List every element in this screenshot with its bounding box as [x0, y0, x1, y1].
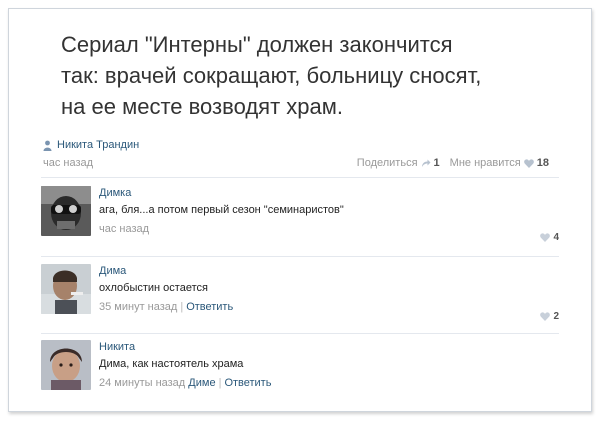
post-time[interactable]: час назад — [43, 157, 93, 169]
like-count: 18 — [536, 157, 549, 169]
comment-time[interactable]: 35 минут назад — [99, 301, 177, 313]
comment: Димка ага, бля...а потом первый сезон "с… — [41, 186, 559, 258]
reply-to-link[interactable]: Диме — [188, 377, 215, 389]
post-card: Сериал "Интерны" должен закончится так: … — [8, 8, 592, 412]
post-text-line: Сериал "Интерны" должен закончится — [61, 32, 453, 57]
like-button[interactable]: Мне нравится 18 — [450, 157, 549, 169]
meta-separator: | — [180, 301, 184, 313]
heart-icon — [540, 233, 551, 242]
divider — [41, 177, 559, 178]
like-label: Мне нравится — [449, 157, 521, 169]
post-actions: Поделиться 1 Мне нравится 18 — [357, 157, 549, 169]
comment-author[interactable]: Димка — [99, 186, 529, 200]
comment-text: Дима, как настоятель храма — [99, 358, 244, 370]
comment-like-button[interactable]: 2 — [540, 311, 559, 322]
comment-meta: 24 минуты назад Диме | Ответить — [99, 376, 529, 390]
comment-author[interactable]: Дима — [99, 264, 529, 278]
comment-time[interactable]: час назад — [99, 223, 149, 235]
comment-like-button[interactable]: 4 — [540, 232, 559, 243]
reply-link[interactable]: Ответить — [186, 301, 233, 313]
comment-like-count: 4 — [553, 232, 559, 243]
divider — [41, 333, 559, 334]
comment-body: Дима охлобыстин остается 35 минут назад |… — [99, 264, 529, 314]
heart-icon — [523, 158, 534, 168]
post-text: Сериал "Интерны" должен закончится так: … — [61, 29, 561, 122]
divider — [41, 256, 559, 257]
comment: Никита Дима, как настоятель храма 24 мин… — [41, 340, 559, 412]
comment-like-count: 2 — [553, 311, 559, 322]
post-author[interactable]: Никита Трандин — [43, 139, 139, 151]
comment-text: охлобыстин остается — [99, 282, 208, 294]
heart-icon — [540, 312, 551, 321]
meta-separator: | — [218, 377, 222, 389]
comment-body: Димка ага, бля...а потом первый сезон "с… — [99, 186, 529, 236]
comment: Дима охлобыстин остается 35 минут назад |… — [41, 264, 559, 336]
share-label: Поделиться — [356, 157, 418, 169]
comment-time[interactable]: 24 минуты назад — [99, 377, 185, 389]
comment-author[interactable]: Никита — [99, 340, 529, 354]
comment-meta: 35 минут назад | Ответить — [99, 300, 529, 314]
post-author-name[interactable]: Никита Трандин — [57, 139, 139, 151]
comment-body: Никита Дима, как настоятель храма 24 мин… — [99, 340, 529, 390]
person-icon — [43, 140, 52, 151]
avatar[interactable] — [41, 186, 91, 236]
share-icon — [421, 159, 431, 167]
share-button[interactable]: Поделиться 1 — [357, 157, 440, 169]
comment-meta: час назад — [99, 222, 529, 236]
avatar[interactable] — [41, 264, 91, 314]
comment-text: ага, бля...а потом первый сезон "семинар… — [99, 204, 344, 216]
reply-link[interactable]: Ответить — [224, 377, 271, 389]
share-count: 1 — [433, 157, 440, 169]
avatar[interactable] — [41, 340, 91, 390]
post-text-line: на ее месте возводят храм. — [61, 94, 343, 119]
post-text-line: так: врачей сокращают, больницу сносят, — [61, 63, 482, 88]
